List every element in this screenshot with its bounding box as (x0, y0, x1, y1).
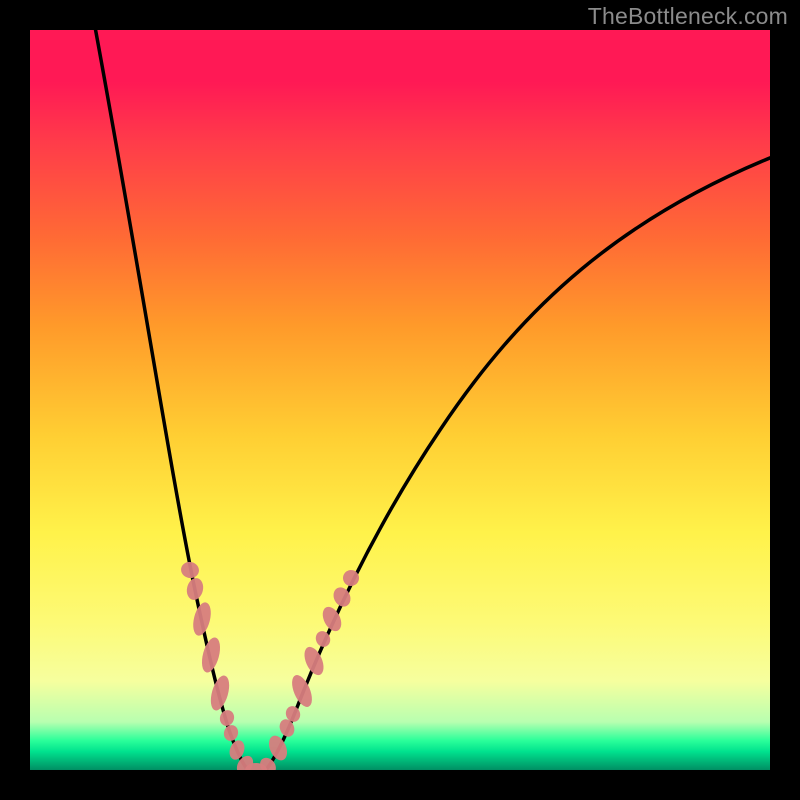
curve-right-branch (266, 150, 770, 770)
curve-marker (180, 560, 201, 579)
marker-group (180, 560, 362, 770)
plot-area (30, 30, 770, 770)
chart-svg (30, 30, 770, 770)
curve-left-branch (90, 30, 248, 770)
curve-marker (207, 673, 232, 712)
curve-marker (199, 636, 224, 675)
curve-marker (190, 601, 214, 638)
chart-frame: TheBottleneck.com (0, 0, 800, 800)
curve-marker (288, 672, 316, 710)
watermark-text: TheBottleneck.com (588, 3, 788, 30)
curve-marker (185, 576, 206, 601)
curve-marker (222, 723, 240, 743)
curve-marker (218, 708, 236, 728)
curve-marker (301, 644, 328, 678)
